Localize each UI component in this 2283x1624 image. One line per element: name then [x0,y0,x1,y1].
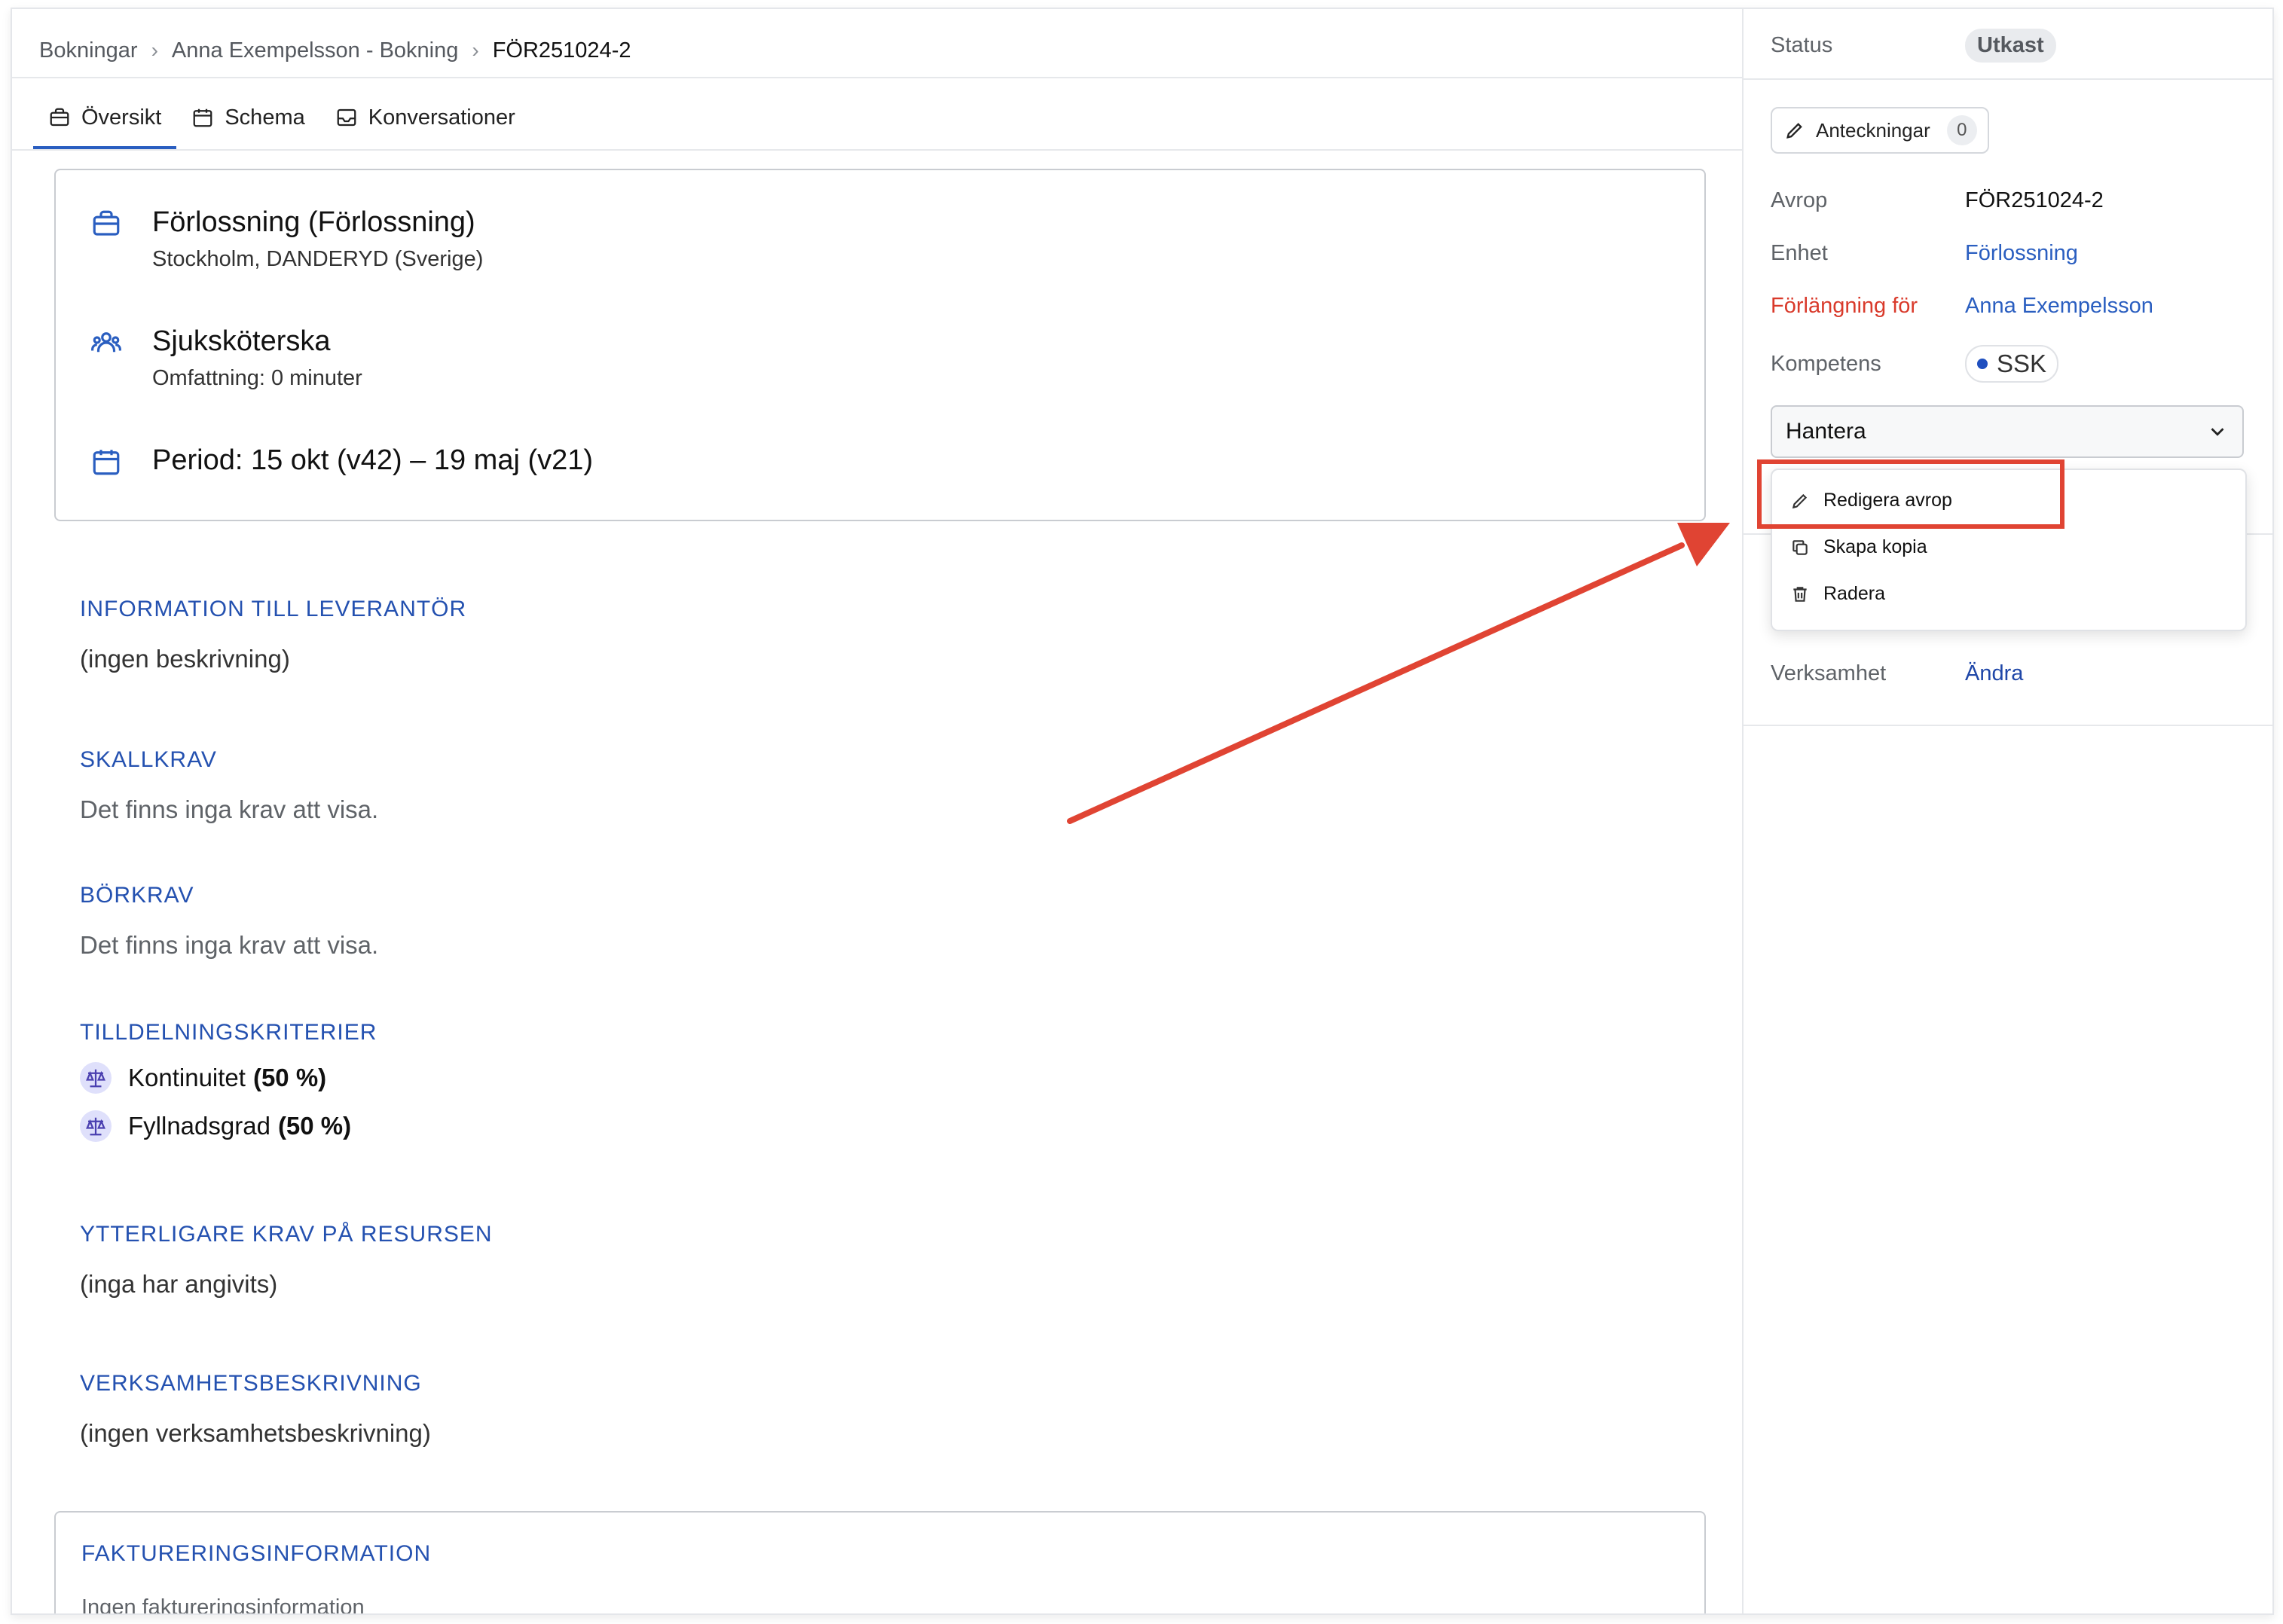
avrop-row: Avrop FÖR251024-2 [1771,188,2104,213]
section-body: Det finns inga krav att visa. [80,795,379,823]
status-label: Status [1771,33,1833,57]
period-row: Period: 15 okt (v42) – 19 maj (v21) [90,443,593,478]
annotation-highlight-box [1757,459,2064,529]
section-title: TILLDELNINGSKRITERIER [80,1020,377,1045]
forlangning-row: Förlängning för Anna Exempelsson [1771,294,2153,319]
briefcase-icon [50,108,69,127]
divider [12,77,1742,78]
role-row: Sjuksköterska Omfattning: 0 minuter [90,324,362,391]
details-panel: Status Utkast Anteckningar 0 Avrop FÖR25… [1742,9,2272,1613]
section-title: VERKSAMHETSBESKRIVNING [80,1371,422,1396]
status-dot [1977,359,1988,369]
section-title: SKALLKRAV [80,747,217,772]
calendar-icon [93,450,120,475]
verksamhet-change-link[interactable]: Ändra [1965,661,2023,686]
criterion-weight: (50 %) [277,1112,352,1140]
forlangning-link[interactable]: Anna Exempelsson [1965,294,2153,319]
section-body: (inga har angivits) [80,1270,278,1298]
avrop-value: FÖR251024-2 [1965,188,2104,212]
tab-label: Översikt [81,105,162,130]
avrop-label: Avrop [1771,188,1828,212]
overview-card: Förlossning (Förlossning) Stockholm, DAN… [54,169,1706,521]
section-body: (ingen verksamhetsbeskrivning) [80,1419,431,1447]
scale-icon [80,1110,112,1142]
criterion-weight: (50 %) [252,1064,327,1091]
criterion-name: Kontinuitet [128,1064,246,1091]
kompetens-label: Kompetens [1771,351,1881,376]
menu-item-label: Radera [1823,583,1885,604]
notes-count-badge: 0 [1946,115,1977,145]
section-title: BÖRKRAV [80,883,194,908]
app-window: Bokningar › Anna Exempelsson - Bokning ›… [11,8,2274,1615]
breadcrumb-current: FÖR251024-2 [492,38,631,63]
divider [12,149,1742,151]
users-icon [91,332,121,353]
section-skallkrav: SKALLKRAV Det finns inga krav att visa. [80,747,378,824]
main-content: Bokningar › Anna Exempelsson - Bokning ›… [12,9,1742,1613]
chevron-right-icon: › [151,38,158,62]
unit-location: Stockholm, DANDERYD (Sverige) [152,247,484,271]
period-text: Period: 15 okt (v42) – 19 maj (v21) [152,444,594,476]
section-verksamhetsbeskrivning: VERKSAMHETSBESKRIVNING (ingen verksamhet… [80,1371,431,1448]
chevron-down-icon [2211,428,2224,436]
tab-bar: Översikt Schema Konversationer [33,86,530,149]
tab-oversikt[interactable]: Översikt [33,86,177,149]
inbox-icon [337,108,356,127]
section-ytterligare-krav: YTTERLIGARE KRAV PÅ RESURSEN (inga har a… [80,1222,493,1299]
breadcrumb-booking[interactable]: Anna Exempelsson - Bokning [172,38,458,63]
role-scope: Omfattning: 0 minuter [152,366,362,390]
divider [1744,725,2272,726]
criterion-name: Fyllnadsgrad [128,1112,270,1140]
status-row: Status Utkast [1771,29,2056,63]
forlangning-label: Förlängning för [1771,294,1918,318]
hantera-label: Hantera [1786,419,1866,444]
kompetens-row: Kompetens SSK [1771,345,2059,383]
notes-label: Anteckningar [1816,118,1930,142]
breadcrumb: Bokningar › Anna Exempelsson - Bokning ›… [39,32,631,69]
section-information: INFORMATION TILL LEVERANTÖR (ingen beskr… [80,597,466,673]
section-borkrav: BÖRKRAV Det finns inga krav att visa. [80,883,378,960]
section-title: FAKTURERINGSINFORMATION [81,1541,432,1566]
section-tilldelningskriterier: TILLDELNINGSKRITERIER Kontinuitet (50 %)… [80,1020,377,1142]
unit-row: Förlossning (Förlossning) Stockholm, DAN… [90,205,483,272]
briefcase-icon [93,210,120,236]
verksamhet-label: Verksamhet [1771,661,1887,685]
section-title: INFORMATION TILL LEVERANTÖR [80,597,467,621]
tab-label: Konversationer [368,105,515,130]
tab-label: Schema [225,105,305,130]
section-title: YTTERLIGARE KRAV PÅ RESURSEN [80,1222,493,1247]
billing-card: FAKTURERINGSINFORMATION Ingen fakturerin… [54,1511,1706,1615]
verksamhet-row: Verksamhet Ändra [1771,661,2023,686]
section-body: Ingen faktureringsinformation [81,1595,365,1615]
enhet-row: Enhet Förlossning [1771,241,2078,266]
kompetens-chip: SSK [1965,345,2059,383]
tab-konversationer[interactable]: Konversationer [320,86,530,149]
criterion-item: Kontinuitet (50 %) [80,1062,377,1094]
pencil-icon [1786,123,1802,139]
breadcrumb-bokningar[interactable]: Bokningar [39,38,138,63]
chevron-right-icon: › [472,38,479,62]
criterion-item: Fyllnadsgrad (50 %) [80,1110,377,1142]
menu-item-label: Skapa kopia [1823,536,1927,557]
menu-item-delete[interactable]: Radera [1790,583,1885,605]
role-title: Sjuksköterska [152,325,331,357]
kompetens-value: SSK [1997,350,2047,377]
enhet-link[interactable]: Förlossning [1965,241,2078,266]
enhet-label: Enhet [1771,241,1828,265]
section-body: (ingen beskrivning) [80,645,290,673]
trash-icon [1793,586,1807,602]
hantera-dropdown[interactable]: Hantera [1771,405,2244,458]
section-body: Det finns inga krav att visa. [80,931,379,959]
status-badge: Utkast [1965,29,2056,63]
divider [1744,78,2272,80]
scale-icon [80,1062,112,1094]
notes-button[interactable]: Anteckningar 0 [1771,107,1989,154]
copy-icon [1792,539,1808,555]
calendar-icon [193,108,212,127]
unit-title: Förlossning (Förlossning) [152,206,475,238]
menu-item-copy[interactable]: Skapa kopia [1790,536,1927,558]
tab-schema[interactable]: Schema [176,86,319,149]
